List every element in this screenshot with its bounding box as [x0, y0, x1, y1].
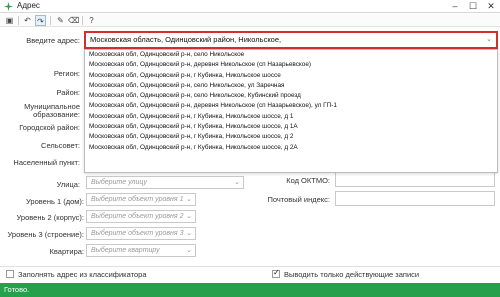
- wand-icon[interactable]: ✎: [55, 15, 66, 26]
- fill-from-classifier-label: Заполнять адрес из классификатора: [18, 270, 147, 279]
- address-label: Введите адрес:: [26, 36, 80, 45]
- suggestion-item[interactable]: Московская обл, Одинцовский р-н, село Ни…: [85, 81, 497, 91]
- suggestion-item[interactable]: Московская обл, Одинцовский р-н, г Кубин…: [85, 112, 497, 122]
- postal-input[interactable]: [335, 191, 495, 206]
- window-title: Адрес: [17, 1, 40, 10]
- address-suggestions-list: Московская обл, Одинцовский р-н, село Ни…: [84, 49, 498, 173]
- chevron-down-icon[interactable]: ⌄: [486, 33, 492, 47]
- level3-select[interactable]: Выберите объект уровня 3 ⌄: [86, 227, 196, 240]
- suggestion-item[interactable]: Московская обл, Одинцовский р-н, деревня…: [85, 101, 497, 111]
- level1-placeholder: Выберите объект уровня 1: [91, 196, 184, 203]
- suggestion-item[interactable]: Московская обл, Одинцовский р-н, село Ни…: [85, 50, 497, 60]
- redo-icon[interactable]: ↷: [35, 15, 46, 26]
- street-select[interactable]: Выберите улицу ⌄: [86, 176, 244, 189]
- toolbar: ▣ ↶ ↷ ✎ ⌫ ?: [0, 14, 500, 27]
- suggestion-item[interactable]: Московская обл, Одинцовский р-н, г Кубин…: [85, 132, 497, 142]
- level3-placeholder: Выберите объект уровня 3: [91, 230, 184, 237]
- level2-label: Уровень 2 (корпус):: [16, 213, 85, 222]
- toolbar-separator: [82, 16, 83, 25]
- show-active-only-label: Выводить только действующие записи: [284, 270, 420, 279]
- oktmo-label: Код ОКТМО:: [286, 176, 330, 185]
- street-placeholder: Выберите улицу: [91, 179, 147, 186]
- settlement-label: Населенный пункт:: [13, 158, 80, 167]
- footer-divider: [0, 266, 500, 267]
- help-icon[interactable]: ?: [86, 15, 97, 26]
- city-district-label: Городской район:: [19, 123, 80, 132]
- municipal-label-line2: образование:: [33, 110, 80, 119]
- suggestion-item[interactable]: Московская обл, Одинцовский р-н, г Кубин…: [85, 71, 497, 81]
- chevron-down-icon[interactable]: ⌄: [234, 177, 240, 188]
- chevron-down-icon[interactable]: ⌄: [186, 211, 192, 222]
- oktmo-input[interactable]: [335, 172, 495, 187]
- apartment-placeholder: Выберите квартиру: [91, 247, 160, 254]
- suggestion-item[interactable]: Московская обл, Одинцовский р-н, деревня…: [85, 60, 497, 70]
- maximize-button[interactable]: ☐: [464, 0, 482, 13]
- level1-select[interactable]: Выберите объект уровня 1 ⌄: [86, 193, 196, 206]
- suggestion-item[interactable]: Московская обл, Одинцовский р-н, г Кубин…: [85, 143, 497, 153]
- postal-label: Почтовый индекс:: [267, 195, 330, 204]
- status-bar: Готово.: [0, 283, 500, 297]
- level2-select[interactable]: Выберите объект уровня 2 ⌄: [86, 210, 196, 223]
- close-button[interactable]: ✕: [482, 0, 500, 13]
- rural-label: Сельсовет:: [41, 141, 80, 150]
- address-value: Московская область, Одинцовский район, Н…: [90, 35, 282, 44]
- suggestion-item[interactable]: Московская обл, Одинцовский р-н, г Кубин…: [85, 122, 497, 132]
- suggestion-item[interactable]: Московская обл, Одинцовский р-н, село Ни…: [85, 91, 497, 101]
- apartment-select[interactable]: Выберите квартиру ⌄: [86, 244, 196, 257]
- delete-icon[interactable]: ⌫: [68, 15, 79, 26]
- chevron-down-icon[interactable]: ⌄: [186, 245, 192, 256]
- street-label: Улица:: [56, 180, 80, 189]
- level3-label: Уровень 3 (строение):: [7, 230, 84, 239]
- undo-icon[interactable]: ↶: [22, 15, 33, 26]
- fill-from-classifier-checkbox[interactable]: [6, 270, 14, 278]
- level2-placeholder: Выберите объект уровня 2: [91, 213, 184, 220]
- toolbar-separator: [18, 16, 19, 25]
- toolbar-separator: [50, 16, 51, 25]
- title-bar: Адрес – ☐ ✕: [0, 0, 500, 13]
- minimize-button[interactable]: –: [446, 0, 464, 13]
- level1-label: Уровень 1 (дом):: [25, 197, 84, 206]
- show-active-only-checkbox[interactable]: [272, 268, 280, 278]
- district-label: Район:: [56, 88, 80, 97]
- apartment-label: Квартира:: [49, 247, 85, 256]
- region-label: Регион:: [53, 69, 80, 78]
- chevron-down-icon[interactable]: ⌄: [186, 194, 192, 205]
- status-text: Готово.: [4, 285, 30, 294]
- chevron-down-icon[interactable]: ⌄: [186, 228, 192, 239]
- address-input[interactable]: Московская область, Одинцовский район, Н…: [84, 31, 498, 49]
- save-icon[interactable]: ▣: [4, 15, 15, 26]
- app-icon: [4, 2, 13, 11]
